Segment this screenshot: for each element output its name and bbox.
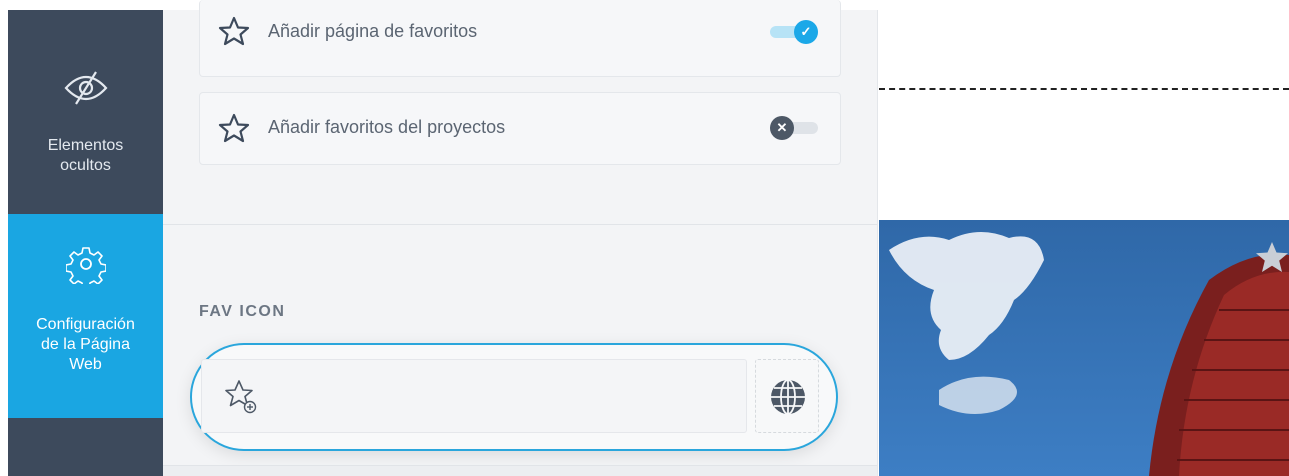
sidebar-item-site-settings[interactable]: Configuración de la Página Web bbox=[8, 214, 163, 418]
star-add-icon bbox=[224, 378, 264, 423]
sidebar-item-label: de la Página bbox=[41, 336, 130, 353]
star-filled-icon[interactable] bbox=[1254, 240, 1289, 279]
gear-icon bbox=[64, 244, 107, 289]
hero-image bbox=[879, 220, 1289, 476]
canvas-hero-image bbox=[879, 220, 1289, 476]
favorite-page-label: Añadir página de favoritos bbox=[268, 21, 478, 41]
star-outline-icon bbox=[218, 113, 250, 148]
star-outline-icon bbox=[218, 16, 250, 51]
sidebar-item-label: Web bbox=[69, 356, 102, 373]
left-sidebar: Elementos ocultos Configuración de la Pá… bbox=[8, 10, 163, 476]
eye-slash-icon bbox=[62, 68, 110, 113]
sidebar-item-hidden-elements[interactable]: Elementos ocultos bbox=[8, 10, 163, 214]
sidebar-item-label: Elementos bbox=[47, 137, 124, 154]
app-root: Elementos ocultos Configuración de la Pá… bbox=[0, 0, 1289, 476]
settings-panel: Añadir página de favoritos ✓ Añadir favo… bbox=[163, 0, 878, 476]
favicon-field-group bbox=[190, 343, 838, 451]
sidebar-item-label: Configuración bbox=[36, 316, 135, 333]
favicon-section-title: FAV ICON bbox=[199, 303, 286, 320]
favorite-page-toggle[interactable]: ✓ bbox=[770, 20, 818, 44]
favorite-projects-toggle[interactable]: ✕ bbox=[770, 116, 818, 140]
section-divider bbox=[163, 224, 877, 225]
favicon-browse-button[interactable] bbox=[755, 359, 819, 433]
check-icon: ✓ bbox=[794, 20, 818, 44]
panel-next-section bbox=[163, 465, 877, 476]
close-icon: ✕ bbox=[770, 116, 794, 140]
favorite-page-row: Añadir página de favoritos ✓ bbox=[199, 0, 841, 77]
canvas-dashed-guide bbox=[879, 88, 1289, 90]
globe-icon bbox=[771, 379, 805, 415]
favorite-projects-label: Añadir favoritos del proyectos bbox=[268, 117, 506, 137]
sidebar-item-label: ocultos bbox=[60, 157, 111, 174]
favorite-projects-row: Añadir favoritos del proyectos ✕ bbox=[199, 92, 841, 165]
favicon-input[interactable] bbox=[201, 359, 747, 433]
